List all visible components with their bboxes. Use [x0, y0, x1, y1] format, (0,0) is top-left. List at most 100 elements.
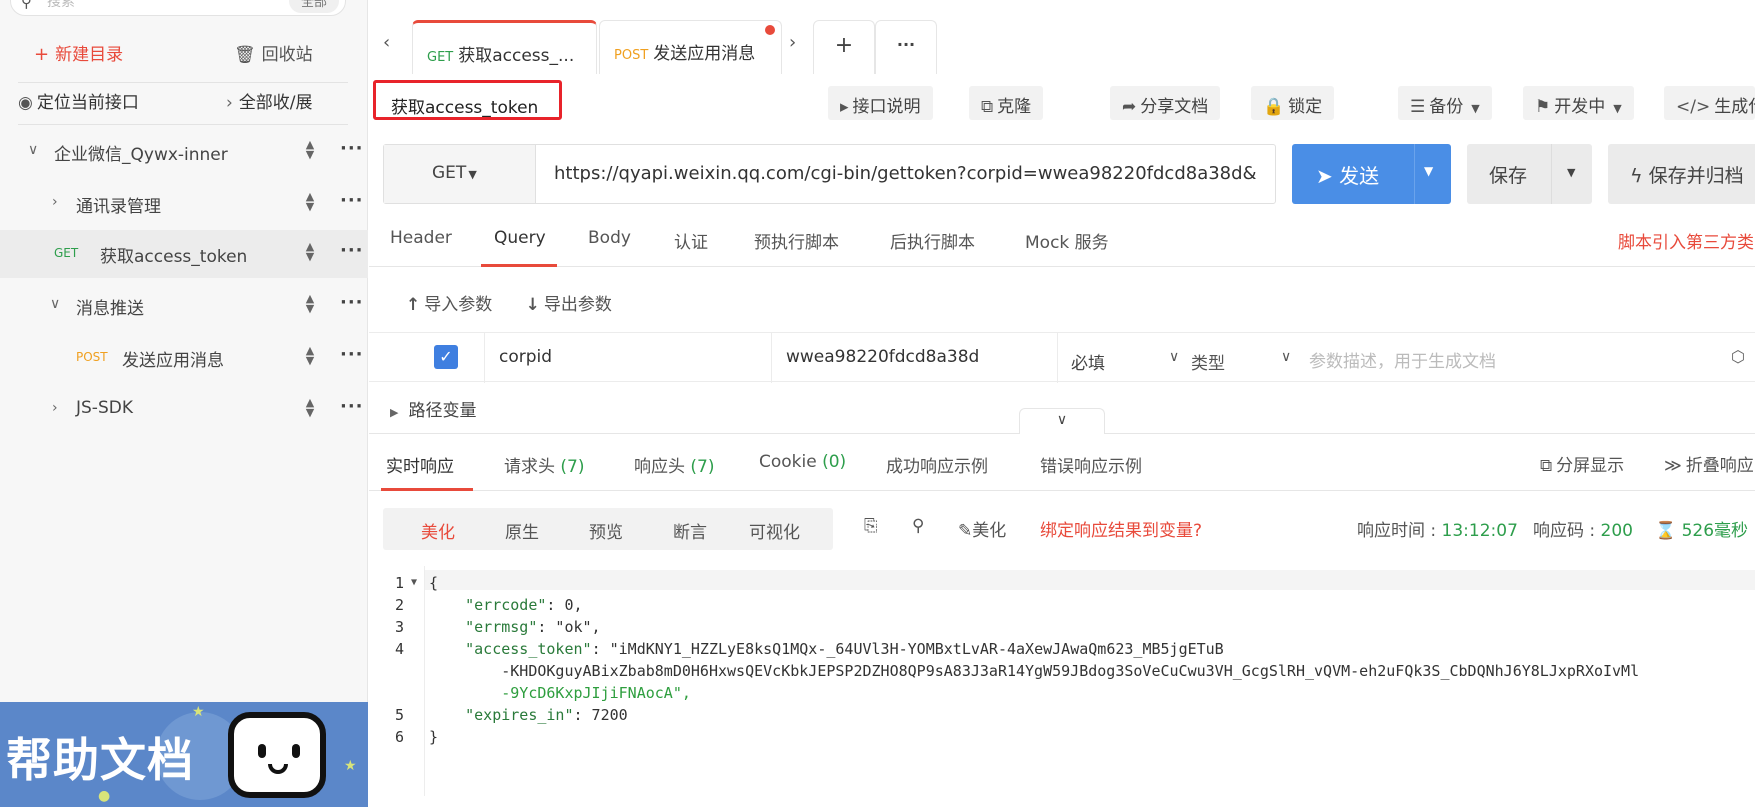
view-beautify[interactable]: 美化 [421, 518, 455, 543]
param-type-select[interactable]: 类型 [1191, 349, 1225, 374]
tab-body[interactable]: Body [588, 228, 631, 248]
request-tabs: Header Query Body 认证 预执行脚本 后执行脚本 Mock 服务 [369, 216, 1755, 267]
tree-item-get-access-token[interactable]: GET 获取access_token ▲ ▼ ··· [0, 230, 368, 278]
method-select[interactable]: GET ▼ [384, 145, 536, 203]
locate-current-api-button[interactable]: ◉ 定位当前接口 [18, 88, 139, 113]
save-button[interactable]: 保存 ▼ [1467, 144, 1592, 204]
sort-handle-icon[interactable]: ▲ ▼ [304, 241, 316, 262]
save-and-archive-button[interactable]: ϟ 保存并归档 [1608, 144, 1755, 204]
divider [1057, 333, 1058, 383]
collapse-all-button[interactable]: › 全部收/展 [226, 88, 313, 113]
more-icon[interactable]: ··· [340, 344, 364, 365]
bind-response-to-variable-link[interactable]: 绑定响应结果到变量? [1040, 516, 1202, 541]
cube-icon[interactable]: ⬡ [1731, 347, 1745, 366]
more-icon[interactable]: ··· [340, 240, 364, 261]
more-icon[interactable]: ··· [340, 292, 364, 313]
tree-item-send-app-message[interactable]: POST 发送应用消息 ▲ ▼ ··· [0, 334, 368, 382]
tab-live-response[interactable]: 实时响应 [386, 452, 454, 477]
help-docs-banner[interactable]: 帮助文档 ★ ★ ● [0, 702, 368, 807]
more-icon[interactable]: ··· [340, 138, 364, 159]
share-doc-button[interactable]: ➦ 分享文档 [1110, 86, 1221, 120]
script-note-link[interactable]: 脚本引入第三方类 [1618, 228, 1754, 253]
trash-icon: 🗑 [234, 45, 256, 65]
tab-send-app-message[interactable]: POST 发送应用消息 [599, 20, 782, 74]
save-options-caret-icon[interactable]: ▼ [1567, 166, 1575, 179]
api-title-input[interactable]: 获取access_token [373, 80, 562, 120]
tab-cookie[interactable]: Cookie (0) [759, 452, 846, 472]
tree-folder-qywx[interactable]: ∨ 企业微信_Qywx-inner ▲ ▼ ··· [0, 128, 368, 176]
tab-query[interactable]: Query [494, 228, 546, 248]
view-preview[interactable]: 预览 [589, 518, 623, 543]
tab-error-example[interactable]: 错误响应示例 [1040, 452, 1142, 477]
sort-handle-icon[interactable]: ▲ ▼ [304, 345, 316, 366]
split-view-button[interactable]: ⧉ 分屏显示 [1540, 451, 1624, 476]
view-visualize[interactable]: 可视化 [749, 518, 800, 543]
view-assert[interactable]: 断言 [673, 518, 707, 543]
database-icon: ☰ [1410, 97, 1426, 117]
method-badge: POST [76, 350, 108, 364]
tab-auth[interactable]: 认证 [674, 228, 708, 253]
tab-method: POST [614, 48, 649, 63]
copy-icon[interactable]: ⎘ [864, 516, 878, 536]
status-dropdown[interactable]: ⚑ 开发中 ▼ [1523, 86, 1634, 120]
caret-right-icon: ▸ [840, 97, 849, 117]
tab-get-access-token[interactable]: GET 获取access_... [412, 20, 597, 74]
fold-response-label: 折叠响应 [1685, 456, 1754, 476]
tree-folder-contacts[interactable]: › 通讯录管理 ▲ ▼ ··· [0, 180, 368, 228]
tree-label: 企业微信_Qywx-inner [54, 145, 228, 165]
tab-post-script[interactable]: 后执行脚本 [890, 228, 975, 253]
view-raw[interactable]: 原生 [505, 518, 539, 543]
tab-request-headers[interactable]: 请求头 (7) [504, 452, 585, 477]
sort-handle-icon[interactable]: ▲ ▼ [304, 139, 316, 160]
tree-folder-message-push[interactable]: ∨ 消息推送 ▲ ▼ ··· [0, 282, 368, 330]
fold-response-button[interactable]: ≫ 折叠响应 [1664, 451, 1754, 476]
export-params-button[interactable]: ↓ 导出参数 [526, 295, 612, 315]
send-options-caret-icon[interactable]: ▼ [1424, 164, 1433, 178]
beautify-button[interactable]: ✎美化 [958, 516, 1006, 541]
sort-handle-icon[interactable]: ▲ ▼ [304, 397, 316, 418]
param-key-input[interactable]: corpid [499, 347, 552, 367]
param-enabled-checkbox[interactable]: ✓ [434, 345, 458, 369]
sort-handle-icon[interactable]: ▲ ▼ [304, 191, 316, 212]
active-line-highlight [425, 570, 1755, 590]
send-button[interactable]: ➤ 发送 ▼ [1292, 144, 1451, 204]
gutter-divider [424, 566, 425, 796]
tab-header[interactable]: Header [390, 228, 452, 248]
generate-code-button[interactable]: </>生成代 [1664, 86, 1755, 120]
path-variables-toggle[interactable]: ▶ 路径变量 [390, 396, 476, 421]
param-description-input[interactable]: 参数描述，用于生成文档 [1309, 347, 1496, 372]
tab-scroll-right-icon[interactable]: › [789, 32, 796, 53]
tab-mock[interactable]: Mock 服务 [1025, 228, 1109, 253]
import-params-button[interactable]: ↑ 导入参数 [406, 295, 492, 315]
api-doc-button[interactable]: ▸ 接口说明 [828, 86, 933, 120]
export-params-label: 导出参数 [543, 295, 612, 315]
tab-label: Cookie [759, 452, 817, 472]
url-input[interactable]: https://qyapi.weixin.qq.com/cgi-bin/gett… [554, 163, 1266, 184]
tab-pre-script[interactable]: 预执行脚本 [754, 228, 839, 253]
search-input[interactable]: ⚲ 搜索 全部 [10, 0, 346, 16]
backup-dropdown[interactable]: ☰ 备份 ▼ [1398, 86, 1492, 120]
more-icon[interactable]: ··· [340, 396, 364, 417]
lock-button[interactable]: 🔒 锁定 [1251, 86, 1335, 120]
plus-icon: + [834, 33, 854, 58]
tab-more-button[interactable]: ··· [875, 20, 937, 74]
tree-folder-jssdk[interactable]: › JS-SDK ▲ ▼ ··· [0, 386, 368, 434]
recycle-bin-label: 回收站 [261, 45, 313, 65]
tab-success-example[interactable]: 成功响应示例 [886, 452, 988, 477]
recycle-bin-button[interactable]: 🗑 回收站 [234, 40, 313, 65]
tab-scroll-left-icon[interactable]: ‹ [383, 32, 390, 53]
search-icon[interactable]: ⚲ [912, 516, 924, 536]
search-scope-select[interactable]: 全部 [288, 0, 339, 13]
clone-button[interactable]: ⧉ 克隆 [969, 86, 1044, 120]
more-icon[interactable]: ··· [340, 190, 364, 211]
collapse-params-toggle[interactable]: ∨ [1019, 408, 1105, 434]
tab-response-headers[interactable]: 响应头 (7) [634, 452, 715, 477]
new-tab-button[interactable]: + [813, 20, 875, 74]
param-required-select[interactable]: 必填 [1071, 349, 1105, 374]
arrow-down-icon: ↓ [525, 295, 540, 315]
fold-caret-icon[interactable]: ▼ [411, 577, 417, 588]
new-directory-button[interactable]: + 新建目录 [34, 40, 123, 65]
param-value-input[interactable]: wwea98220fdcd8a38d [786, 347, 979, 367]
sort-handle-icon[interactable]: ▲ ▼ [304, 293, 316, 314]
response-body-editor[interactable]: 1 ▼ 2 3 4 5 6 { "errcode": 0, "errmsg": … [369, 566, 1755, 807]
